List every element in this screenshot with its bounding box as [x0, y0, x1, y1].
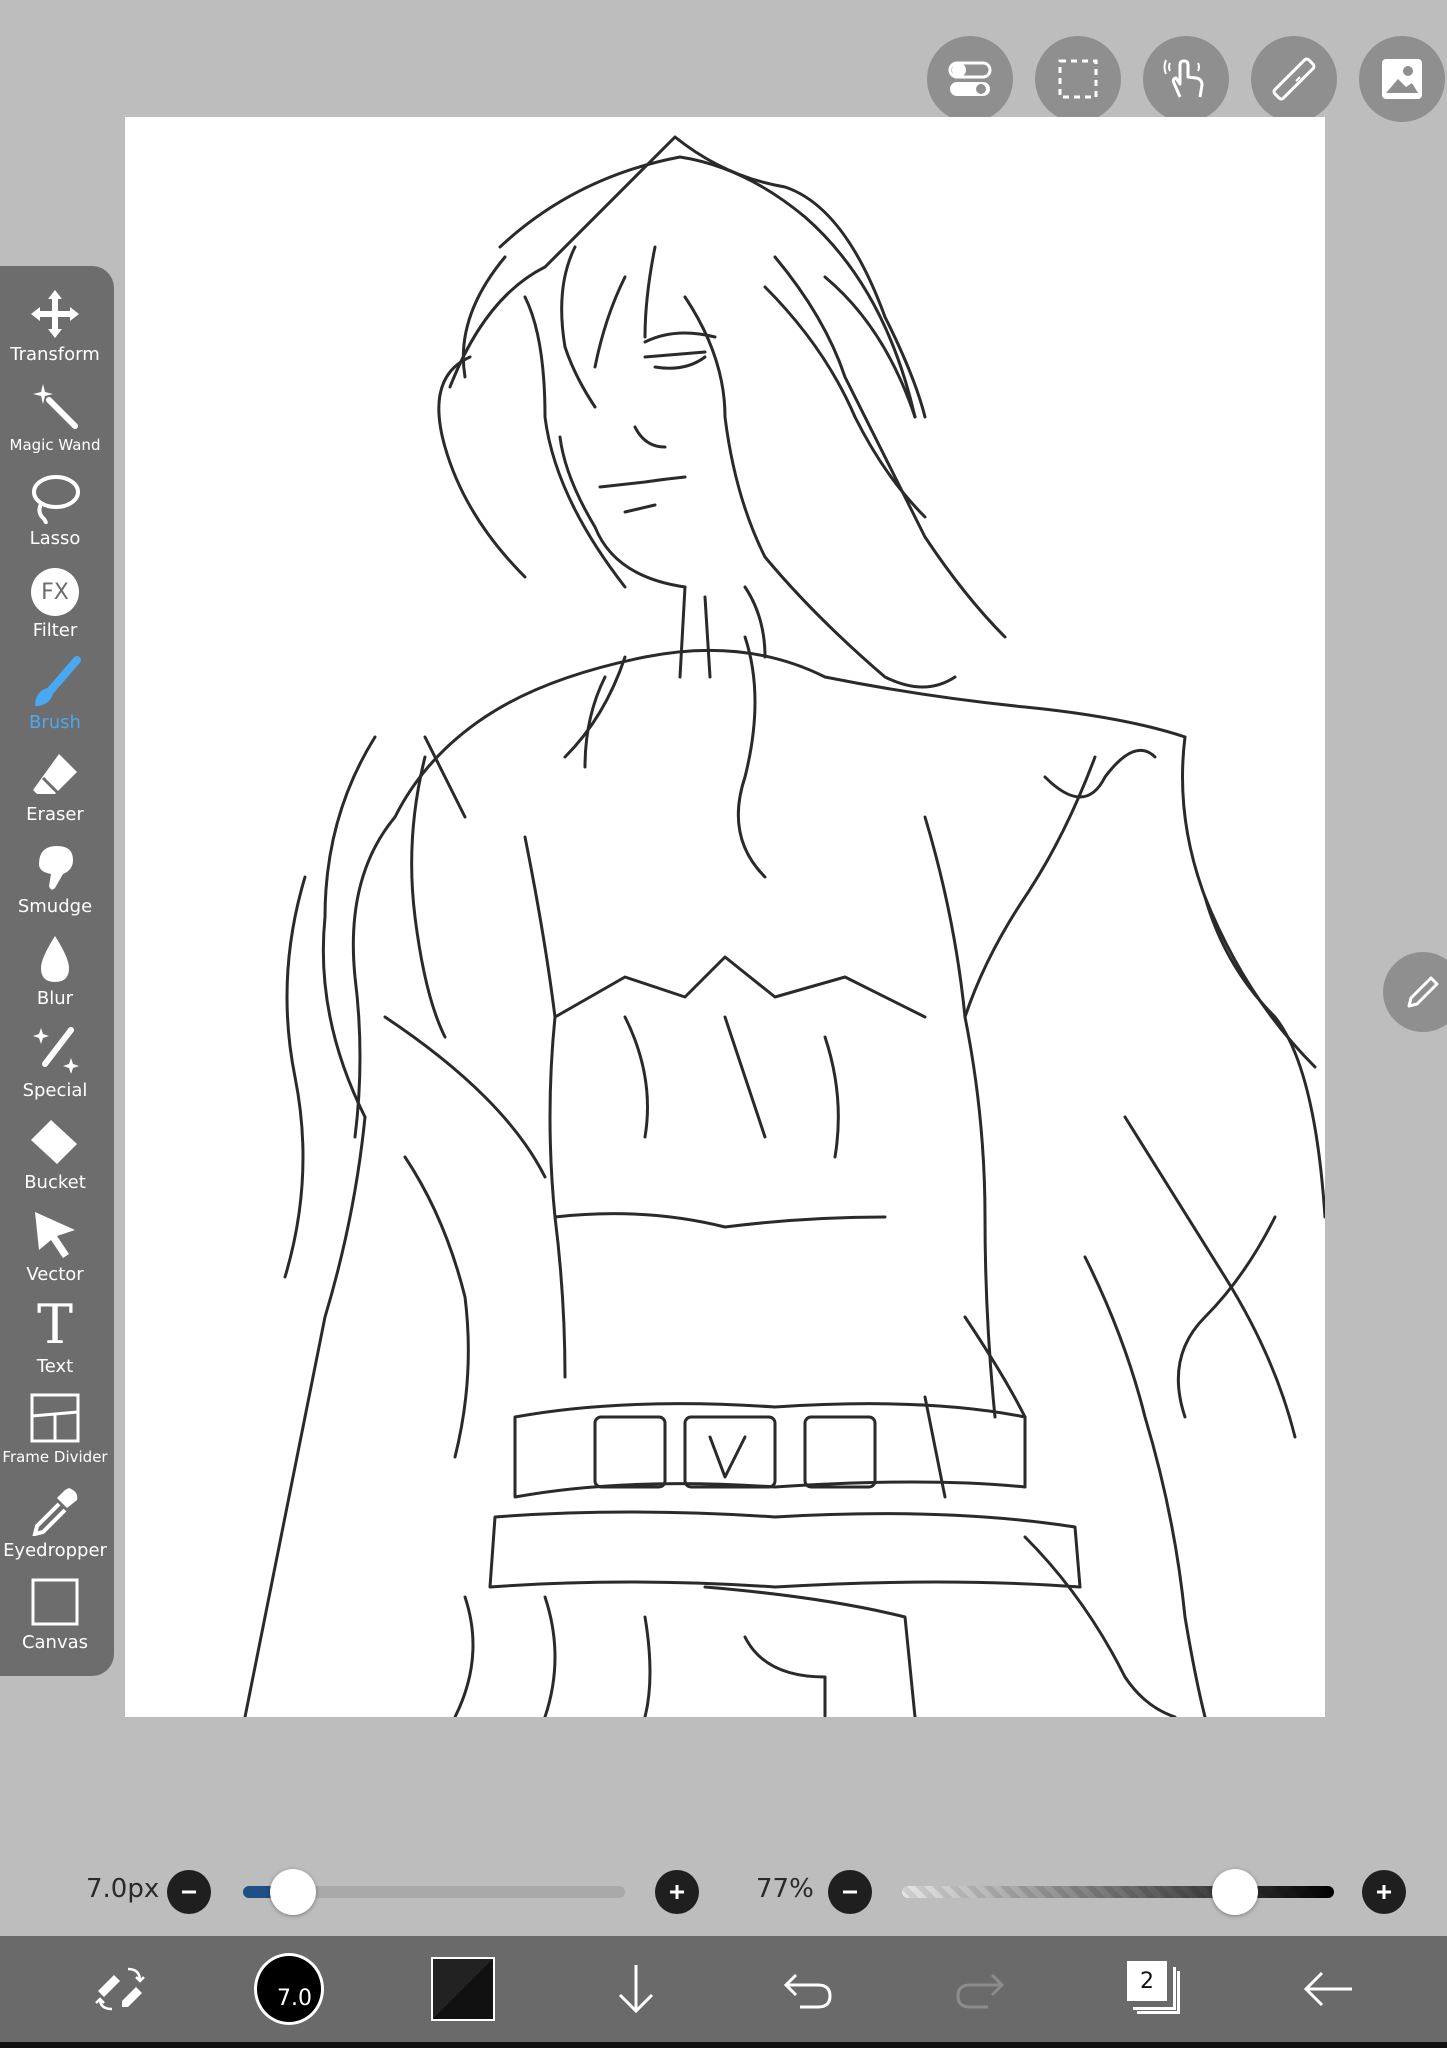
- minus-icon: [843, 1890, 857, 1894]
- tool-label: Canvas: [21, 1632, 89, 1653]
- tool-canvas[interactable]: Canvas: [0, 1572, 110, 1664]
- brush-size-increase-button[interactable]: [655, 1870, 699, 1914]
- bottom-action-bar: 7.0 2: [0, 1936, 1447, 2042]
- image-icon[interactable]: [1359, 36, 1445, 122]
- tool-label: Text: [36, 1356, 74, 1377]
- tool-vector[interactable]: Vector: [0, 1204, 110, 1296]
- color-swatch: [431, 1957, 495, 2021]
- tool-label: Eraser: [26, 804, 84, 825]
- ruler-icon[interactable]: [1251, 36, 1337, 122]
- screen-bottom-edge: [0, 2042, 1447, 2048]
- back-button[interactable]: [1296, 1936, 1360, 2042]
- gesture-icon[interactable]: [1143, 36, 1229, 122]
- canvas-icon: [29, 1572, 81, 1628]
- opacity-label: 77%: [756, 1874, 814, 1904]
- tool-blur[interactable]: Blur: [0, 928, 110, 1020]
- brush-size-thumb[interactable]: [269, 1869, 316, 1915]
- plus-icon: [670, 1885, 684, 1899]
- move-arrows-icon: [29, 284, 81, 340]
- plus-icon: [1377, 1885, 1391, 1899]
- drawing-canvas[interactable]: [125, 117, 1325, 1717]
- brush-size-badge: 7.0: [277, 1986, 312, 2011]
- arrow-down-icon: [618, 1965, 654, 2014]
- eraser-icon: [29, 744, 81, 800]
- opacity-thumb[interactable]: [1211, 1869, 1258, 1915]
- text-glyph: T: [36, 1293, 74, 1356]
- tool-palette: Transform Magic Wand Lasso FX Filter Bru…: [0, 266, 114, 1676]
- pencil-icon: [1407, 976, 1439, 1008]
- tool-eyedropper[interactable]: Eyedropper: [0, 1480, 110, 1572]
- tool-smudge[interactable]: Smudge: [0, 836, 110, 928]
- drop-icon: [29, 928, 81, 984]
- tool-label: Magic Wand: [9, 436, 101, 454]
- tool-lasso[interactable]: Lasso: [0, 468, 110, 560]
- line-art-sketch: [243, 135, 1325, 1717]
- brush-preview-circle: 7.0: [254, 1953, 324, 2025]
- brush-settings-bar: 7.0px 77%: [0, 1862, 1447, 1922]
- undo-button[interactable]: [778, 1936, 838, 2042]
- tool-label: Eyedropper: [3, 1540, 107, 1561]
- tool-label: Lasso: [29, 528, 81, 549]
- undo-icon: [783, 1973, 832, 2009]
- tool-label: Blur: [36, 988, 74, 1009]
- tool-magic-wand[interactable]: Magic Wand: [0, 376, 110, 468]
- swap-brush-eraser-icon: [95, 1967, 145, 2011]
- cursor-arrow-icon: [29, 1204, 81, 1260]
- tool-label: Vector: [26, 1264, 84, 1285]
- tool-filter[interactable]: FX Filter: [0, 560, 110, 652]
- tool-label: Frame Divider: [2, 1448, 108, 1466]
- selection-icon[interactable]: [1035, 36, 1121, 122]
- tool-brush[interactable]: Brush: [0, 652, 110, 744]
- toggle-icon[interactable]: [927, 36, 1013, 122]
- opacity-slider[interactable]: [902, 1886, 1334, 1898]
- tool-eraser[interactable]: Eraser: [0, 744, 110, 836]
- redo-icon: [956, 1973, 1005, 2009]
- eyedropper-icon: [29, 1480, 81, 1536]
- layer-count: 2: [1127, 1961, 1167, 2001]
- layers-button[interactable]: 2: [1120, 1936, 1190, 2042]
- layers-icon: 2: [1127, 1961, 1183, 2017]
- tool-label: Transform: [10, 344, 100, 365]
- tool-label: Filter: [32, 620, 78, 641]
- tool-frame-divider[interactable]: Frame Divider: [0, 1388, 110, 1480]
- lasso-icon: [29, 468, 81, 524]
- tool-transform[interactable]: Transform: [0, 284, 110, 376]
- brush-size-label: 7.0px: [86, 1874, 160, 1904]
- magic-wand-icon: [29, 376, 81, 432]
- tool-label: Smudge: [17, 896, 93, 917]
- swap-tool-button[interactable]: [80, 1936, 160, 2042]
- brush-size-decrease-button[interactable]: [167, 1870, 211, 1914]
- brush-size-preview-button[interactable]: 7.0: [254, 1936, 324, 2042]
- text-icon: T: [37, 1296, 73, 1352]
- arrow-left-icon: [1303, 1971, 1352, 2007]
- smudge-icon: [29, 836, 81, 892]
- frame-divider-icon: [29, 1388, 81, 1444]
- tool-label: Brush: [29, 712, 81, 733]
- redo-button[interactable]: [950, 1936, 1010, 2042]
- tool-text[interactable]: T Text: [0, 1296, 110, 1388]
- minus-icon: [182, 1890, 196, 1894]
- fx-badge: FX: [31, 568, 79, 616]
- tool-label: Bucket: [24, 1172, 86, 1193]
- tool-label: Special: [22, 1080, 88, 1101]
- brush-icon: [29, 652, 81, 708]
- download-button[interactable]: [606, 1936, 666, 2042]
- opacity-decrease-button[interactable]: [828, 1870, 872, 1914]
- opacity-increase-button[interactable]: [1362, 1870, 1406, 1914]
- bucket-icon: [29, 1112, 81, 1168]
- edit-button[interactable]: [1383, 952, 1447, 1032]
- color-swatch-button[interactable]: [430, 1936, 496, 2042]
- tool-bucket[interactable]: Bucket: [0, 1112, 110, 1204]
- sparkle-pen-icon: [29, 1020, 81, 1076]
- fx-icon: FX: [31, 560, 79, 616]
- tool-special[interactable]: Special: [0, 1020, 110, 1112]
